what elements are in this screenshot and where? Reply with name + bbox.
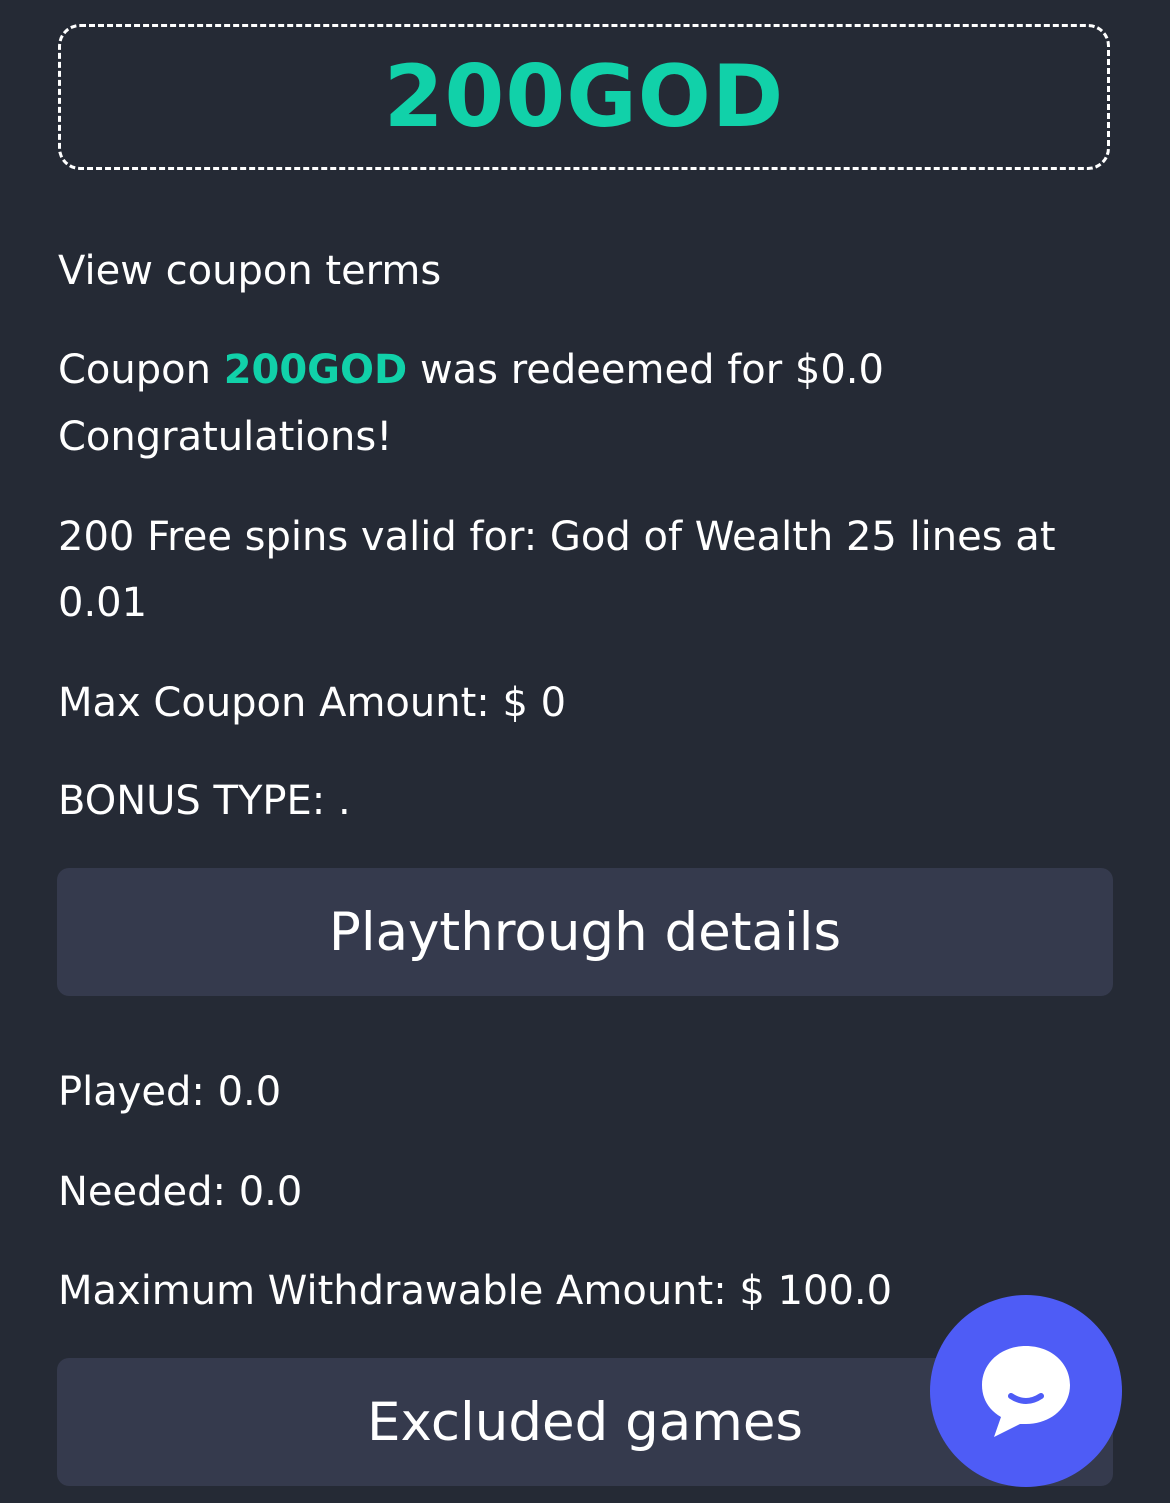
- redeemed-suffix: was redeemed for $0.0: [407, 347, 884, 393]
- needed-amount: Needed: 0.0: [58, 1169, 303, 1215]
- max-withdrawable-amount: Maximum Withdrawable Amount: $ 100.0: [58, 1268, 893, 1314]
- played-amount: Played: 0.0: [58, 1069, 282, 1115]
- congratulations-text: Congratulations!: [58, 414, 393, 460]
- playthrough-details-button[interactable]: Playthrough details: [57, 868, 1113, 996]
- chat-bubble-icon: [982, 1346, 1070, 1437]
- view-coupon-terms-link[interactable]: View coupon terms: [58, 238, 441, 304]
- coupon-code: 200GOD: [383, 47, 785, 147]
- chat-button[interactable]: [930, 1295, 1122, 1487]
- redeemed-prefix: Coupon: [58, 347, 224, 393]
- free-spins-text-line1: 200 Free spins valid for: God of Wealth …: [58, 514, 1056, 560]
- max-coupon-amount: Max Coupon Amount: $ 0: [58, 680, 567, 726]
- excluded-games-label: Excluded games: [366, 1391, 804, 1453]
- redeemed-message: Coupon 200GOD was redeemed for $0.0: [58, 337, 884, 403]
- free-spins-text-line2: 0.01: [58, 580, 148, 626]
- coupon-code-box[interactable]: 200GOD: [58, 24, 1110, 170]
- bonus-type: BONUS TYPE: .: [58, 778, 351, 824]
- playthrough-details-label: Playthrough details: [328, 901, 842, 963]
- redeemed-coupon-code: 200GOD: [223, 347, 408, 393]
